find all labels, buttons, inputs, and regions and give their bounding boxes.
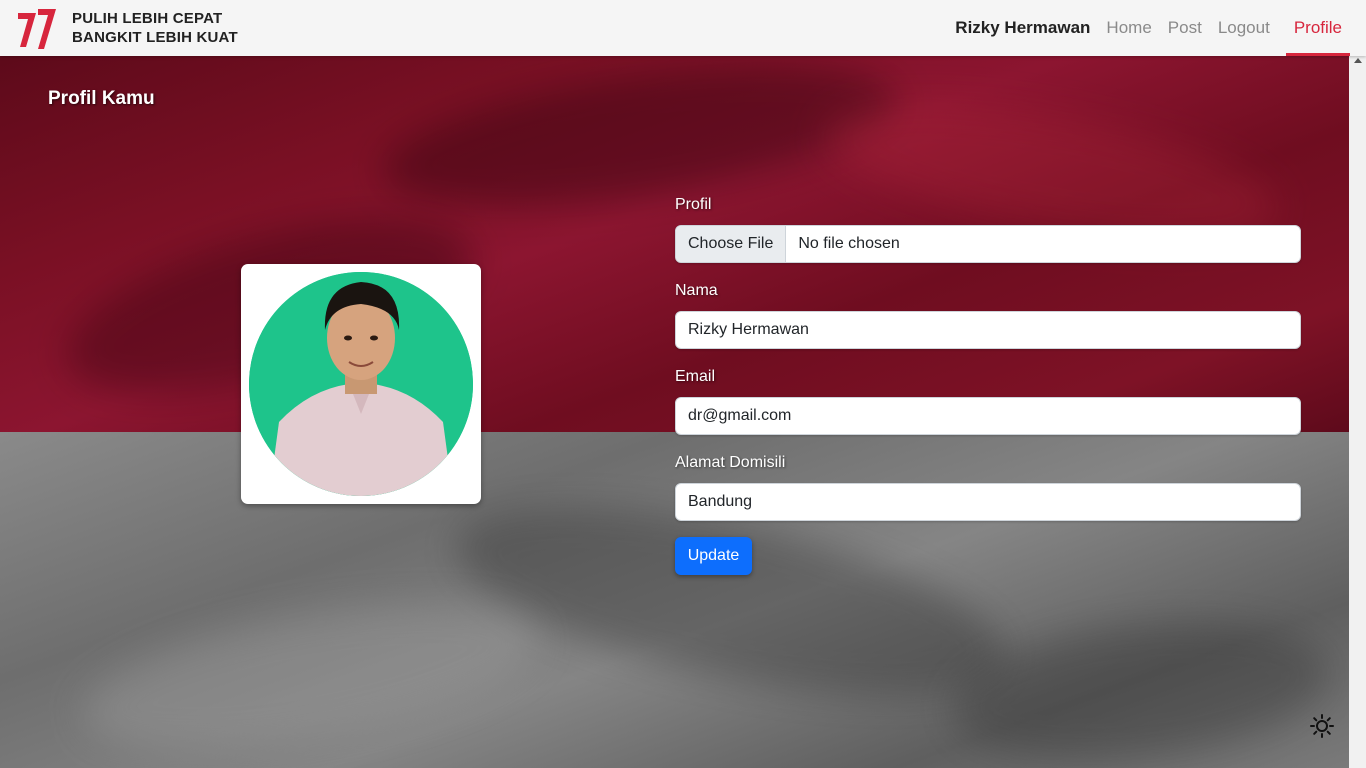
choose-file-button[interactable]: Choose File: [676, 226, 787, 262]
email-label: Email: [675, 368, 716, 385]
avatar: [249, 272, 473, 496]
scroll-up-icon[interactable]: [1354, 58, 1362, 63]
page-title: Profil Kamu: [48, 88, 155, 109]
name-label: Nama: [675, 282, 718, 299]
brand-line-2: BANGKIT LEBIH KUAT: [72, 29, 238, 46]
name-field-group: Nama Rizky Hermawan: [675, 280, 1301, 349]
address-label: Alamat Domisili: [675, 454, 786, 471]
brand-line-1: PULIH LEBIH CEPAT: [72, 10, 223, 27]
nav-link-logout[interactable]: Logout: [1218, 18, 1270, 38]
nav-link-post[interactable]: Post: [1168, 18, 1202, 38]
profile-form: Profil Choose File No file chosen Nama R…: [675, 194, 1301, 575]
nav-user-name: Rizky Hermawan: [955, 18, 1091, 37]
email-field-group: Email dr@gmail.com: [675, 366, 1301, 435]
sun-icon[interactable]: [1310, 714, 1334, 738]
scrollbar[interactable]: [1349, 56, 1366, 768]
address-input[interactable]: Bandung: [675, 483, 1301, 521]
name-input[interactable]: Rizky Hermawan: [675, 311, 1301, 349]
update-button[interactable]: Update: [675, 537, 752, 575]
profile-file-input[interactable]: Choose File No file chosen: [675, 225, 1301, 263]
file-status-text: No file chosen: [798, 235, 900, 252]
email-input[interactable]: dr@gmail.com: [675, 397, 1301, 435]
navbar: PULIH LEBIH CEPAT BANGKIT LEBIH KUAT Riz…: [0, 0, 1366, 56]
nav-link-profile[interactable]: Profile: [1285, 0, 1350, 56]
profile-label: Profil: [675, 196, 712, 213]
logo-77-icon[interactable]: [16, 7, 58, 51]
avatar-person-image: [249, 272, 473, 496]
profile-field-group: Profil Choose File No file chosen: [675, 194, 1301, 263]
address-field-group: Alamat Domisili Bandung: [675, 452, 1301, 521]
nav-link-home[interactable]: Home: [1106, 18, 1151, 38]
brand-text[interactable]: PULIH LEBIH CEPAT BANGKIT LEBIH KUAT: [72, 9, 238, 47]
avatar-card: [241, 264, 481, 504]
nav-menu: Rizky Hermawan Home Post Logout Profile: [955, 0, 1366, 56]
